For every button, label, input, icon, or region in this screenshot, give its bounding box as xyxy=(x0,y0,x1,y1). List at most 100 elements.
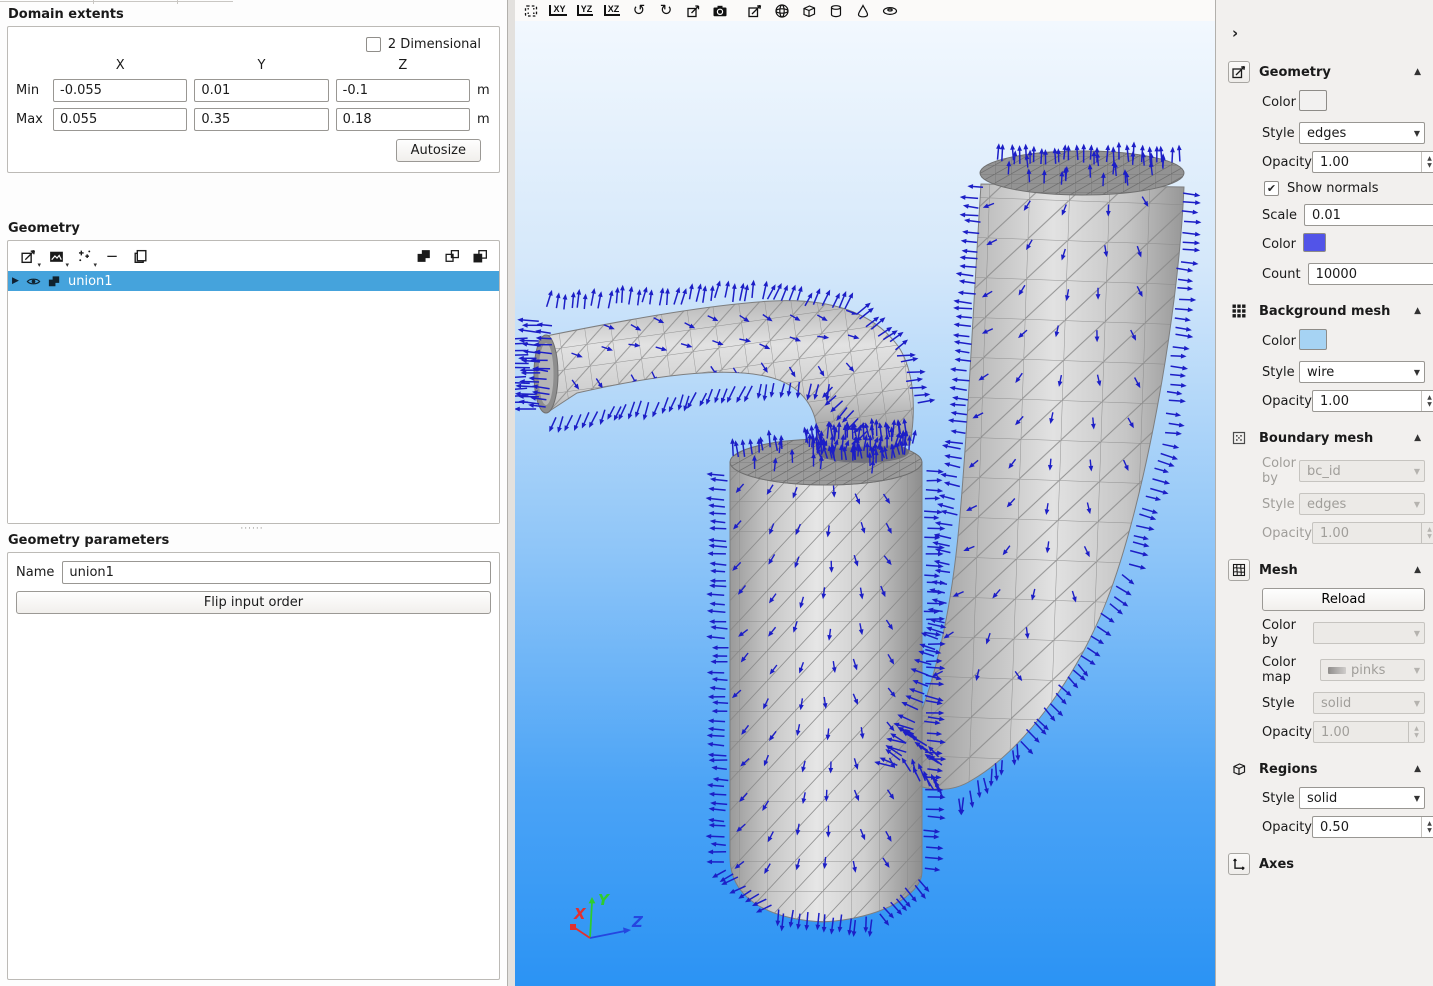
normals-scale-input[interactable] xyxy=(1304,204,1433,226)
duplicate-item-button[interactable] xyxy=(129,246,151,266)
viewport-canvas[interactable]: Y Z X xyxy=(515,21,1215,986)
mesh-opacity-input xyxy=(1314,725,1406,740)
add-cylinder-button[interactable] xyxy=(827,2,845,20)
regions-section-icon xyxy=(1228,758,1250,780)
geometry-section-title: Geometry xyxy=(1259,65,1405,80)
boolean-intersection-button[interactable] xyxy=(441,246,463,266)
min-z-input[interactable] xyxy=(336,79,470,102)
collapse-arrow-icon[interactable]: ▲ xyxy=(1414,306,1421,316)
regions-style-value: solid xyxy=(1307,791,1414,806)
boolean-union-button[interactable] xyxy=(413,246,435,266)
section-header-boundary-mesh[interactable]: Boundary mesh ▲ xyxy=(1228,427,1425,449)
normals-color-swatch[interactable] xyxy=(1303,233,1326,252)
image-icon xyxy=(48,248,65,265)
add-sphere-button[interactable] xyxy=(773,2,791,20)
regions-section-title: Regions xyxy=(1259,762,1405,777)
collapse-panel-chevron[interactable]: › xyxy=(1232,24,1238,42)
autosize-button[interactable]: Autosize xyxy=(396,139,481,162)
background-opacity-label: Opacity xyxy=(1262,394,1312,409)
section-header-background-mesh[interactable]: Background mesh ▲ xyxy=(1228,300,1425,322)
geometry-color-label: Color xyxy=(1262,95,1299,110)
min-row-label: Min xyxy=(16,83,46,98)
background-opacity-spinner[interactable]: ▲▼ xyxy=(1312,390,1433,412)
column-y-label: Y xyxy=(194,58,328,73)
remove-item-button[interactable]: − xyxy=(101,246,123,266)
regions-opacity-spinner[interactable]: ▲▼ xyxy=(1312,816,1433,838)
background-style-dropdown[interactable]: wire ▼ xyxy=(1299,361,1425,383)
caret-down-icon: ▼ xyxy=(1414,368,1420,377)
show-normals-checkbox[interactable]: ✔ xyxy=(1264,181,1279,196)
two-dimensional-checkbox[interactable] xyxy=(366,37,381,52)
axes-section-icon[interactable] xyxy=(1228,853,1250,875)
visibility-eye-icon[interactable] xyxy=(26,274,41,289)
column-z-label: Z xyxy=(336,58,470,73)
add-disc-button[interactable] xyxy=(881,2,899,20)
view-xz-button[interactable]: XZ xyxy=(603,2,621,20)
section-header-regions[interactable]: Regions ▲ xyxy=(1228,758,1425,780)
horizontal-splitter[interactable]: ······ xyxy=(0,524,504,533)
copy-icon xyxy=(132,248,149,265)
geometry-list-item[interactable]: ▶ union1 xyxy=(8,271,499,291)
min-x-input[interactable] xyxy=(53,79,187,102)
import-geometry-button[interactable] xyxy=(746,2,764,20)
screenshot-button[interactable] xyxy=(711,2,729,20)
section-header-geometry[interactable]: Geometry ▲ xyxy=(1228,61,1425,83)
fit-view-button[interactable] xyxy=(522,2,540,20)
spinner-arrows-icon: ▲▼ xyxy=(1421,523,1433,543)
normals-count-input[interactable] xyxy=(1308,263,1433,285)
min-y-input[interactable] xyxy=(194,79,328,102)
reload-mesh-button[interactable]: Reload xyxy=(1262,588,1425,611)
section-header-axes[interactable]: Axes xyxy=(1228,853,1425,875)
mesh-section-icon[interactable] xyxy=(1228,559,1250,581)
section-header-mesh[interactable]: Mesh ▲ xyxy=(1228,559,1425,581)
geometry-opacity-spinner[interactable]: ▲▼ xyxy=(1312,151,1433,173)
geometry-opacity-input[interactable] xyxy=(1313,155,1419,170)
rotate-ccw-button[interactable]: ↺ xyxy=(630,2,648,20)
rotate-cw-button[interactable]: ↻ xyxy=(657,2,675,20)
background-opacity-input[interactable] xyxy=(1313,394,1419,409)
max-x-input[interactable] xyxy=(53,108,187,131)
boundary-mesh-section-icon xyxy=(1228,427,1250,449)
geometry-list: ▶ union1 xyxy=(8,271,499,523)
view-yz-button[interactable]: YZ xyxy=(576,2,594,20)
reset-view-button[interactable] xyxy=(684,2,702,20)
expander-icon[interactable]: ▶ xyxy=(12,276,20,286)
xy-view-icon: XY xyxy=(549,5,566,17)
normals-color-label: Color xyxy=(1262,237,1296,252)
add-surface-tool-button[interactable] xyxy=(45,246,67,266)
caret-down-icon: ▼ xyxy=(1414,467,1420,476)
add-cone-button[interactable] xyxy=(854,2,872,20)
spinner-arrows-icon[interactable]: ▲▼ xyxy=(1421,391,1433,411)
boundary-color-by-dropdown: bc_id ▼ xyxy=(1299,460,1425,482)
view-xy-button[interactable]: XY xyxy=(549,2,567,20)
geometry-style-dropdown[interactable]: edges ▼ xyxy=(1299,122,1425,144)
max-y-input[interactable] xyxy=(194,108,328,131)
panel-splitter[interactable] xyxy=(508,0,515,986)
geometry-color-swatch[interactable] xyxy=(1299,90,1327,111)
rotate-cw-icon: ↻ xyxy=(660,3,673,18)
collapse-arrow-icon[interactable]: ▲ xyxy=(1414,764,1421,774)
colormap-swatch-icon xyxy=(1328,667,1346,674)
collapse-arrow-icon[interactable]: ▲ xyxy=(1414,67,1421,77)
geometry-section-icon[interactable] xyxy=(1228,61,1250,83)
regions-style-dropdown[interactable]: solid ▼ xyxy=(1299,787,1425,809)
geometry-style-value: edges xyxy=(1307,126,1414,141)
collapse-arrow-icon[interactable]: ▲ xyxy=(1414,433,1421,443)
mesh-section-title: Mesh xyxy=(1259,563,1405,578)
flip-input-order-button[interactable]: Flip input order xyxy=(16,591,491,614)
collapse-arrow-icon[interactable]: ▲ xyxy=(1414,565,1421,575)
geometry-name-input[interactable] xyxy=(62,561,491,584)
max-z-input[interactable] xyxy=(336,108,470,131)
add-geometry-tool-button[interactable] xyxy=(17,246,39,266)
spinner-arrows-icon[interactable]: ▲▼ xyxy=(1421,817,1433,837)
regions-opacity-input[interactable] xyxy=(1313,820,1419,835)
add-box-button[interactable] xyxy=(800,2,818,20)
wizard-tool-button[interactable] xyxy=(73,246,95,266)
spinner-arrows-icon[interactable]: ▲▼ xyxy=(1421,152,1433,172)
caret-down-icon: ▼ xyxy=(1414,500,1420,509)
boolean-difference-button[interactable] xyxy=(469,246,491,266)
mesh-opacity-label: Opacity xyxy=(1262,725,1313,740)
caret-down-icon: ▼ xyxy=(1414,129,1420,138)
normals-count-label: Count xyxy=(1262,267,1301,282)
background-color-swatch[interactable] xyxy=(1299,329,1327,350)
